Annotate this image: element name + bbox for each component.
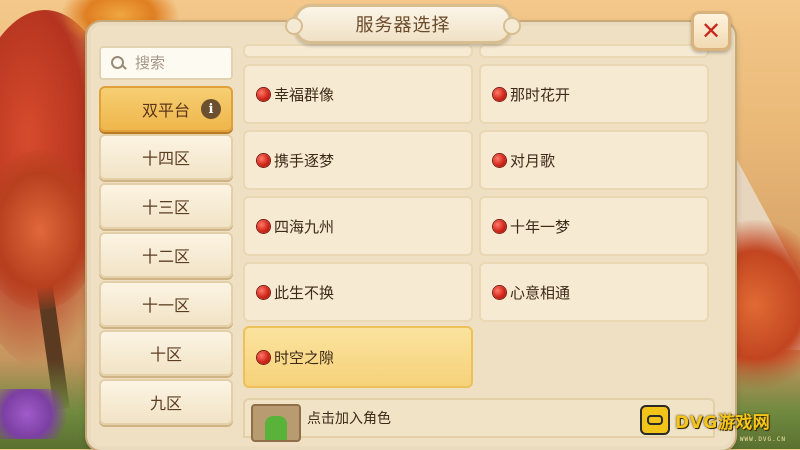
server-name: 对月歌 [510, 151, 556, 170]
server-name: 此生不换 [274, 283, 335, 302]
server-name: 十年一梦 [510, 217, 571, 236]
server-name: 那时花开 [510, 85, 571, 104]
server-item[interactable]: 此生不换 [243, 262, 473, 322]
info-icon[interactable]: i [201, 99, 221, 119]
sidebar-item-region-13[interactable]: 十三区 [99, 183, 233, 229]
sidebar-item-region-12[interactable]: 十二区 [99, 232, 233, 278]
sidebar-item-label: 十区 [149, 345, 182, 364]
watermark-subtext: WWW.DVG.CN [739, 436, 786, 443]
server-item[interactable]: 四海九州 [243, 196, 473, 256]
server-item[interactable]: 携手逐梦 [243, 130, 473, 190]
server-item[interactable]: 十年一梦 [479, 196, 709, 256]
server-item-selected[interactable]: 时空之隙 [243, 326, 473, 388]
server-name: 时空之隙 [274, 348, 335, 367]
banner-ornament-right [503, 17, 521, 35]
sidebar-item-label: 九区 [149, 394, 182, 413]
watermark: DVG游戏网 WWW.DVG.CN [640, 403, 790, 443]
server-item-partial[interactable] [479, 44, 709, 58]
server-list: 幸福群像 那时花开 携手逐梦 对月歌 四海九州 十年一梦 此生不换 心意相通 时… [241, 44, 715, 434]
role-avatar-icon [251, 404, 301, 442]
add-role-label: 点击加入角色 [307, 411, 391, 427]
watermark-text: DVG游戏网 [675, 412, 771, 433]
gamepad-logo-icon [640, 405, 670, 435]
status-dot-icon [493, 219, 506, 233]
sidebar-item-label: 十三区 [141, 198, 190, 217]
server-item[interactable]: 幸福群像 [243, 64, 473, 124]
banner-ornament-left [285, 17, 303, 35]
search-input[interactable] [133, 53, 227, 73]
server-item[interactable]: 那时花开 [479, 64, 709, 124]
sidebar-item-label: 双平台 [141, 101, 190, 120]
server-name: 幸福群像 [274, 85, 335, 104]
sidebar-item-label: 十一区 [141, 296, 190, 315]
server-item[interactable]: 心意相通 [479, 262, 709, 322]
server-name: 携手逐梦 [274, 151, 335, 170]
status-dot-icon [493, 285, 506, 299]
server-name: 四海九州 [274, 217, 335, 236]
status-dot-icon [257, 219, 270, 233]
close-button[interactable]: ✕ [691, 11, 731, 51]
sidebar-item-dual-platform[interactable]: 双平台 i [99, 86, 233, 132]
sidebar-item-label: 十二区 [141, 247, 190, 266]
server-item-partial[interactable] [243, 44, 473, 58]
status-dot-icon [257, 153, 270, 167]
close-icon: ✕ [700, 17, 722, 45]
sidebar-item-region-10[interactable]: 十区 [99, 330, 233, 376]
background-flowers [0, 389, 90, 439]
search-icon [111, 56, 125, 70]
status-dot-icon [257, 350, 270, 364]
server-item[interactable]: 对月歌 [479, 130, 709, 190]
title-banner: 服务器选择 [285, 4, 521, 44]
region-sidebar: 双平台 i 十四区 十三区 十二区 十一区 十区 九区 [97, 44, 233, 444]
status-dot-icon [493, 153, 506, 167]
status-dot-icon [257, 87, 270, 101]
status-dot-icon [493, 87, 506, 101]
server-name: 心意相通 [510, 283, 571, 302]
sidebar-item-label: 十四区 [141, 149, 190, 168]
sidebar-item-region-14[interactable]: 十四区 [99, 134, 233, 180]
sidebar-item-region-9[interactable]: 九区 [99, 379, 233, 425]
status-dot-icon [257, 285, 270, 299]
search-box[interactable] [99, 46, 233, 80]
sidebar-item-region-11[interactable]: 十一区 [99, 281, 233, 327]
page-title: 服务器选择 [355, 15, 451, 36]
